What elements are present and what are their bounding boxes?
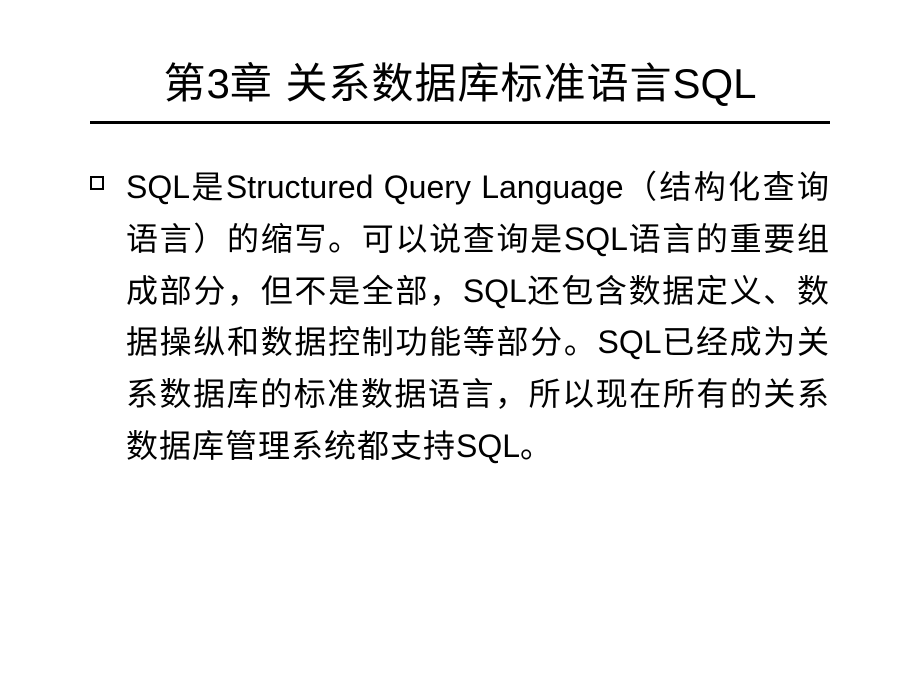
body-seg-9: SQL [598,324,662,360]
slide-title: 第3章 关系数据库标准语言SQL [90,50,830,111]
body-seg-5: SQL [564,221,628,257]
body-seg-2: 是 [190,169,226,205]
body-seg-7: SQL [463,273,527,309]
title-seg-3: 章 关系数据库标准语言 [230,60,673,107]
content-area: SQL是Structured Query Language（结构化查询语言）的缩… [60,154,860,473]
title-wrap: 第3章 关系数据库标准语言SQL [90,50,830,124]
bullet-row: SQL是Structured Query Language（结构化查询语言）的缩… [90,162,830,473]
bullet-marker-icon [90,176,104,190]
title-seg-4: SQL [673,60,757,107]
body-paragraph: SQL是Structured Query Language（结构化查询语言）的缩… [126,162,830,473]
slide: 第3章 关系数据库标准语言SQL SQL是Structured Query La… [0,0,920,690]
body-seg-12: 。 [520,428,553,464]
body-seg-1: SQL [126,169,190,205]
body-seg-11: SQL [456,428,520,464]
title-seg-2: 3 [206,60,229,107]
title-seg-1: 第 [163,60,206,107]
body-seg-3: Structured Query Language [226,169,624,205]
